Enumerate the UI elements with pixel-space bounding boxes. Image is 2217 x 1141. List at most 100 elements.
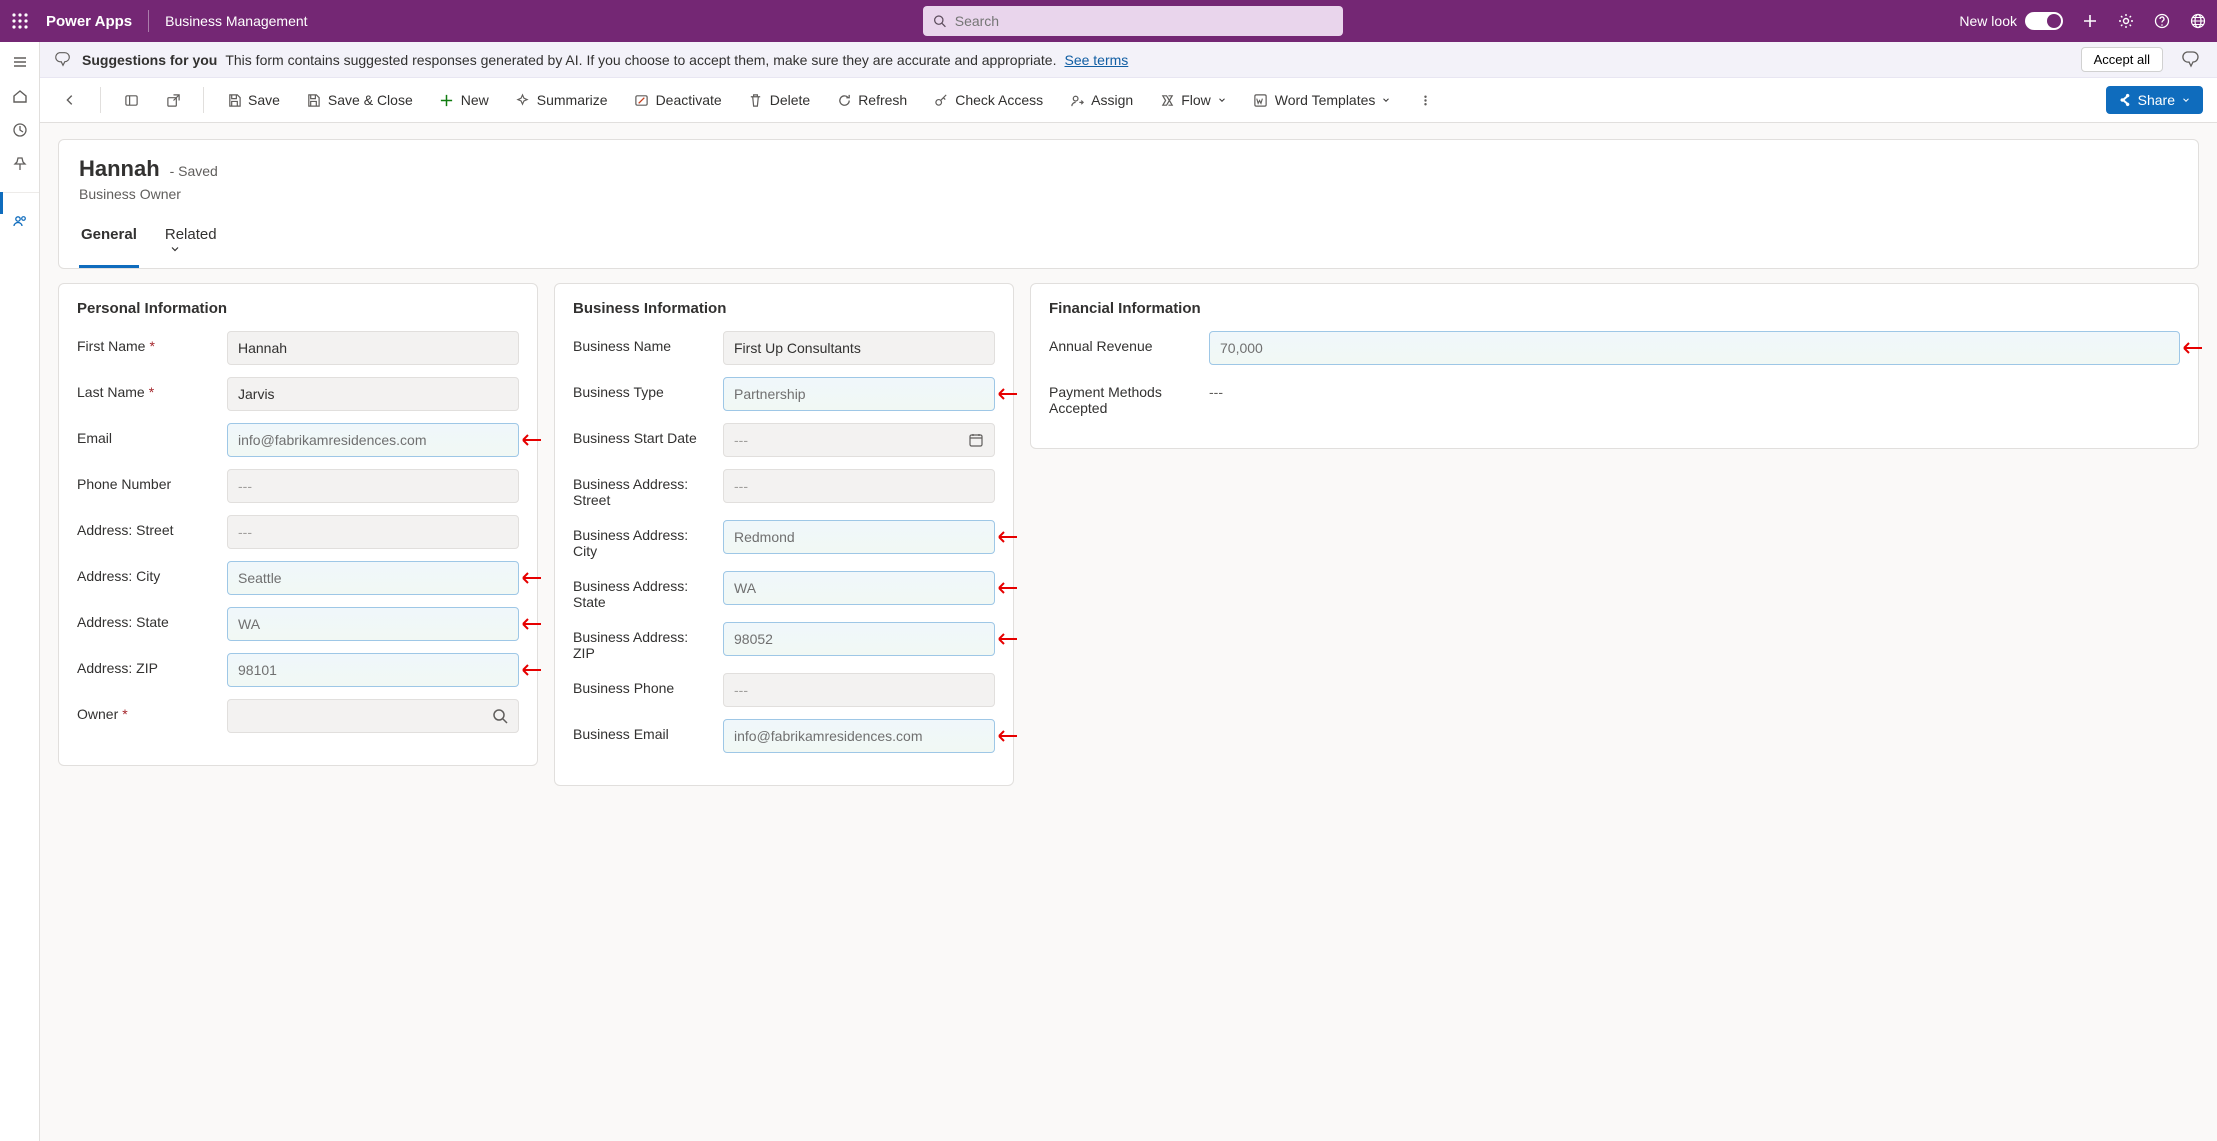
search-icon [933, 14, 946, 28]
business-name-input[interactable]: First Up Consultants [723, 331, 995, 365]
copilot-panel-icon[interactable] [2181, 49, 2203, 71]
panel-toggle-button[interactable] [115, 86, 147, 114]
phone-input[interactable]: --- [227, 469, 519, 503]
field-business-name: Business Name First Up Consultants [573, 331, 995, 365]
business-phone-input[interactable]: --- [723, 673, 995, 707]
refresh-label: Refresh [858, 92, 907, 108]
global-search[interactable] [923, 6, 1343, 36]
add-icon[interactable] [2081, 12, 2099, 30]
section-business: Business Information Business Name First… [554, 283, 1014, 786]
business-zip-input[interactable]: 98052 [723, 622, 995, 656]
nav-home-icon[interactable] [10, 86, 30, 106]
section-financial: Financial Information Annual Revenue 70,… [1030, 283, 2199, 449]
section-title: Personal Information [77, 300, 519, 317]
email-input[interactable]: info@fabrikamresidences.com [227, 423, 519, 457]
app-header: Power Apps Business Management New look [0, 0, 2217, 42]
field-state: Address: State WA [77, 607, 519, 641]
delete-label: Delete [770, 92, 810, 108]
zip-input[interactable]: 98101 [227, 653, 519, 687]
save-close-button[interactable]: Save & Close [298, 86, 421, 114]
nav-hamburger-icon[interactable] [10, 52, 30, 72]
field-owner: Owner* [77, 699, 519, 733]
save-label: Save [248, 92, 280, 108]
field-business-city: Business Address: City Redmond [573, 520, 995, 559]
suggestion-indicator-icon [519, 617, 541, 631]
suggestion-indicator-icon [2180, 341, 2202, 355]
field-business-street: Business Address: Street --- [573, 469, 995, 508]
suggestion-indicator-icon [519, 663, 541, 677]
flow-button[interactable]: Flow [1151, 86, 1235, 114]
app-launcher-icon[interactable] [10, 11, 30, 31]
business-state-input[interactable]: WA [723, 571, 995, 605]
save-button[interactable]: Save [218, 86, 288, 114]
share-button[interactable]: Share [2106, 86, 2203, 114]
assign-button[interactable]: Assign [1061, 86, 1141, 114]
owner-lookup[interactable] [227, 699, 519, 733]
business-street-input[interactable]: --- [723, 469, 995, 503]
popout-button[interactable] [157, 86, 189, 114]
field-business-zip: Business Address: ZIP 98052 [573, 622, 995, 661]
suggestion-indicator-icon [995, 530, 1017, 544]
deactivate-button[interactable]: Deactivate [626, 86, 730, 114]
chevron-down-icon [2181, 95, 2191, 105]
help-icon[interactable] [2153, 12, 2171, 30]
business-start-date-input[interactable]: --- [723, 423, 995, 457]
suggestion-indicator-icon [519, 433, 541, 447]
check-access-button[interactable]: Check Access [925, 86, 1051, 114]
accept-all-button[interactable]: Accept all [2081, 47, 2163, 72]
word-templates-label: Word Templates [1275, 92, 1376, 108]
new-button[interactable]: New [431, 86, 497, 114]
field-business-email: Business Email info@fabrikamresidences.c… [573, 719, 995, 753]
back-button[interactable] [54, 86, 86, 114]
word-templates-button[interactable]: Word Templates [1245, 86, 1400, 114]
refresh-button[interactable]: Refresh [828, 86, 915, 114]
new-look-toggle[interactable]: New look [1959, 12, 2063, 30]
see-terms-link[interactable]: See terms [1064, 52, 1128, 68]
deactivate-label: Deactivate [656, 92, 722, 108]
suggestion-text: This form contains suggested responses g… [225, 52, 1056, 68]
chevron-down-icon [1381, 95, 1391, 105]
nav-pinned-icon[interactable] [10, 154, 30, 174]
nav-active-indicator [0, 192, 3, 214]
suggestion-indicator-icon [519, 571, 541, 585]
street-input[interactable]: --- [227, 515, 519, 549]
summarize-button[interactable]: Summarize [507, 86, 616, 114]
nav-recent-icon[interactable] [10, 120, 30, 140]
new-label: New [461, 92, 489, 108]
annual-revenue-input[interactable]: 70,000 [1209, 331, 2180, 365]
last-name-input[interactable]: Jarvis [227, 377, 519, 411]
field-business-start-date: Business Start Date --- [573, 423, 995, 457]
search-input[interactable] [955, 13, 1334, 29]
divider [148, 10, 149, 32]
environment-name[interactable]: Business Management [165, 13, 307, 29]
field-business-type: Business Type Partnership [573, 377, 995, 411]
business-type-input[interactable]: Partnership [723, 377, 995, 411]
nav-separator [0, 192, 39, 193]
first-name-input[interactable]: Hannah [227, 331, 519, 365]
business-city-input[interactable]: Redmond [723, 520, 995, 554]
tab-general[interactable]: General [79, 218, 139, 268]
city-input[interactable]: Seattle [227, 561, 519, 595]
payment-methods-value[interactable]: --- [1209, 384, 1223, 400]
field-zip: Address: ZIP 98101 [77, 653, 519, 687]
settings-gear-icon[interactable] [2117, 12, 2135, 30]
field-annual-revenue: Annual Revenue 70,000 [1049, 331, 2180, 365]
environment-globe-icon[interactable] [2189, 12, 2207, 30]
calendar-icon[interactable] [968, 432, 984, 448]
command-bar: Save Save & Close New Summarize Deactiva… [40, 78, 2217, 123]
chevron-down-icon [1217, 95, 1227, 105]
toggle-switch-icon[interactable] [2025, 12, 2063, 30]
business-email-input[interactable]: info@fabrikamresidences.com [723, 719, 995, 753]
field-phone: Phone Number --- [77, 469, 519, 503]
delete-button[interactable]: Delete [740, 86, 818, 114]
field-payment-methods: Payment Methods Accepted --- [1049, 377, 2180, 416]
nav-people-icon[interactable] [10, 211, 30, 231]
save-status: - Saved [170, 163, 218, 179]
search-icon [492, 708, 508, 724]
state-input[interactable]: WA [227, 607, 519, 641]
site-nav-rail [0, 42, 40, 1141]
tab-related[interactable]: Related [163, 218, 219, 268]
suggestion-indicator-icon [995, 581, 1017, 595]
form-header: Hannah - Saved Business Owner General Re… [58, 139, 2199, 269]
overflow-button[interactable] [1409, 86, 1441, 114]
